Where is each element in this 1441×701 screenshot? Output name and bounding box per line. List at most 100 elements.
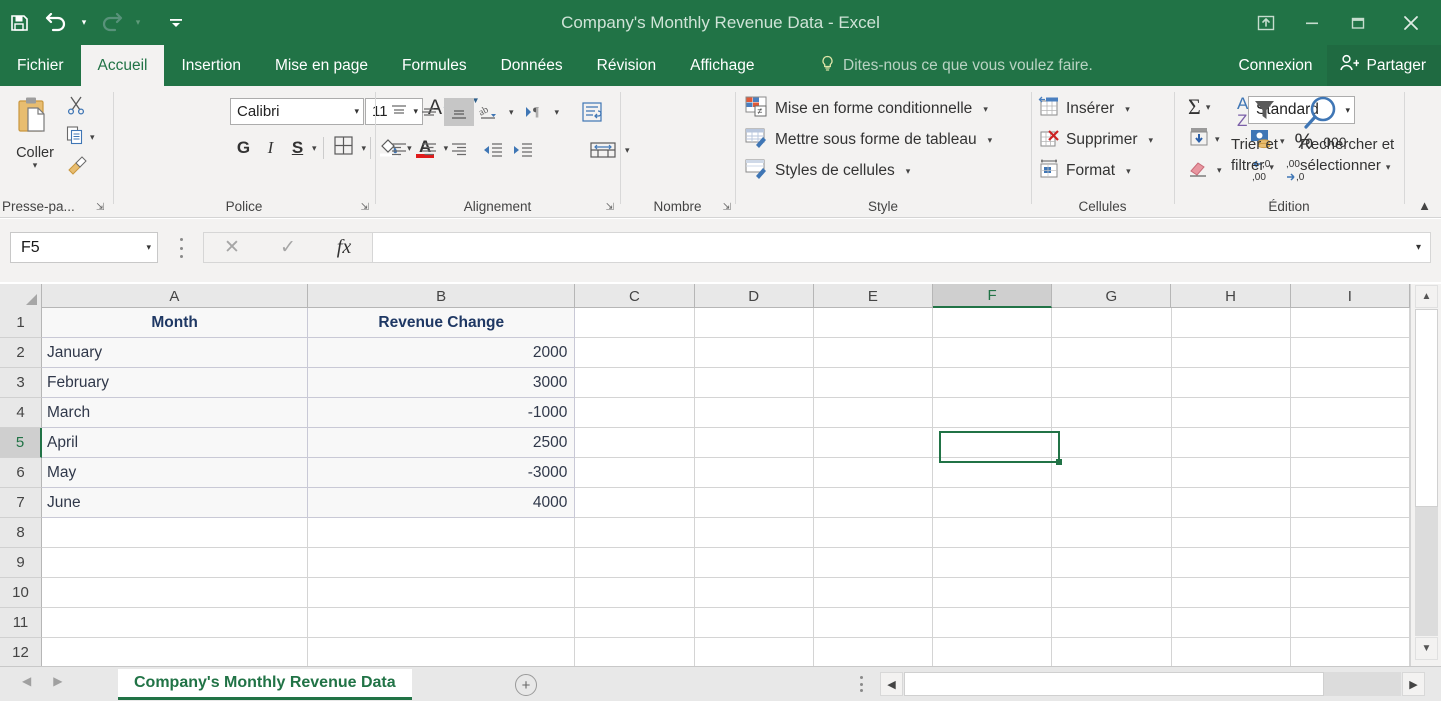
row-header-11[interactable]: 11 [0,608,42,638]
cell-e1[interactable] [813,308,934,338]
column-header-e[interactable]: E [814,284,934,308]
cut-button[interactable] [62,92,118,122]
delete-cells-button[interactable]: Supprimer ▾ [1038,125,1153,155]
cell-f8[interactable] [933,518,1053,548]
cell-c2[interactable] [575,338,695,368]
tab-donnees[interactable]: Données [484,45,580,86]
orientation-button[interactable]: ab [474,98,504,126]
cell-e4[interactable] [813,398,934,428]
cell-c4[interactable] [575,398,695,428]
decrease-indent-button[interactable] [478,136,508,164]
cell-c1[interactable] [575,308,695,338]
middle-align-button[interactable] [414,98,444,126]
cell-f9[interactable] [933,548,1053,578]
sheet-tab-splitter[interactable] [856,676,866,692]
text-direction-dropdown-icon[interactable]: ▾ [555,107,560,118]
cell-e2[interactable] [813,338,934,368]
conditional-formatting-dropdown-icon[interactable]: ▾ [983,104,988,115]
cell-c10[interactable] [575,578,695,608]
cell-h5[interactable] [1171,428,1291,458]
cell-g12[interactable] [1052,638,1172,666]
horizontal-scrollbar[interactable]: ◀ ▶ [880,672,1425,696]
align-left-button[interactable] [384,136,414,164]
cell-f11[interactable] [933,608,1053,638]
cell-g9[interactable] [1052,548,1172,578]
ribbon-display-options-icon[interactable] [1243,0,1289,45]
cell-b10[interactable] [308,578,576,608]
cell-d2[interactable] [694,338,814,368]
column-header-g[interactable]: G [1052,284,1172,308]
cell-a4[interactable]: March [42,398,309,428]
select-all-corner[interactable] [0,284,42,308]
expand-formula-bar-icon[interactable]: ▾ [1407,232,1431,263]
cell-f6[interactable] [933,458,1053,488]
cell-e10[interactable] [813,578,934,608]
cell-h3[interactable] [1171,368,1291,398]
font-name-input[interactable]: Calibri ▾ [230,98,364,125]
cell-h6[interactable] [1171,458,1291,488]
cell-f4[interactable] [933,398,1053,428]
top-align-button[interactable] [384,98,414,126]
cell-b4[interactable]: -1000 [308,398,576,428]
cell-d11[interactable] [694,608,814,638]
cell-d8[interactable] [694,518,814,548]
name-box[interactable]: F5 ▾ [10,232,158,263]
autosum-button[interactable]: Σ ▾ [1188,94,1210,120]
cell-g8[interactable] [1052,518,1172,548]
clipboard-dialog-launcher[interactable]: ⇲ [96,202,104,213]
cell-a6[interactable]: May [42,458,309,488]
find-select-label[interactable]: Rechercher et sélectionner ▾ [1300,134,1394,178]
column-header-h[interactable]: H [1171,284,1291,308]
underline-dropdown-icon[interactable]: ▾ [312,143,317,154]
italic-button[interactable]: I [257,133,284,163]
cell-h8[interactable] [1171,518,1291,548]
delete-dropdown-icon[interactable]: ▾ [1149,135,1154,146]
row-header-12[interactable]: 12 [0,638,42,666]
row-header-2[interactable]: 2 [0,338,42,368]
cell-c7[interactable] [575,488,695,518]
text-direction-button[interactable]: ¶ [520,98,550,126]
tab-fichier[interactable]: Fichier [0,45,81,86]
customize-qat-icon[interactable] [168,3,184,43]
cell-a1[interactable]: Month [42,308,309,338]
cell-g5[interactable] [1052,428,1172,458]
cell-g11[interactable] [1052,608,1172,638]
tab-revision[interactable]: Révision [580,45,673,86]
cell-i1[interactable] [1290,308,1411,338]
cell-h7[interactable] [1171,488,1291,518]
cell-d5[interactable] [694,428,814,458]
cell-g10[interactable] [1052,578,1172,608]
add-sheet-icon[interactable]: + [515,674,537,696]
formula-bar-grip[interactable] [176,238,186,258]
cell-e12[interactable] [813,638,934,666]
autosum-dropdown-icon[interactable]: ▾ [1206,102,1211,113]
horizontal-scroll-thumb[interactable] [904,672,1324,696]
borders-dropdown-icon[interactable]: ▾ [362,143,367,154]
undo-dropdown-icon[interactable]: ▾ [76,3,92,43]
cell-h9[interactable] [1171,548,1291,578]
cell-styles-dropdown-icon[interactable]: ▾ [906,166,911,177]
clear-dropdown-icon[interactable]: ▾ [1217,165,1222,176]
cell-i9[interactable] [1290,548,1411,578]
alignment-dialog-launcher[interactable]: ⇲ [606,202,614,213]
cell-g6[interactable] [1052,458,1172,488]
cell-d10[interactable] [694,578,814,608]
cell-i4[interactable] [1290,398,1411,428]
row-header-10[interactable]: 10 [0,578,42,608]
cell-a12[interactable] [42,638,309,666]
save-icon[interactable] [0,3,38,43]
cell-g1[interactable] [1052,308,1172,338]
column-header-b[interactable]: B [308,284,576,308]
column-header-i[interactable]: I [1291,284,1410,308]
cell-f1[interactable] [933,308,1053,338]
cell-i5[interactable] [1290,428,1411,458]
clear-button[interactable]: ▾ [1188,158,1222,183]
enter-icon[interactable]: ✓ [260,233,316,262]
cell-c6[interactable] [575,458,695,488]
cell-d12[interactable] [694,638,814,666]
cell-d9[interactable] [694,548,814,578]
fill-dropdown-icon[interactable]: ▾ [1215,134,1220,145]
cell-b3[interactable]: 3000 [308,368,576,398]
tab-accueil[interactable]: Accueil [80,45,165,86]
formula-input[interactable] [373,232,1417,263]
